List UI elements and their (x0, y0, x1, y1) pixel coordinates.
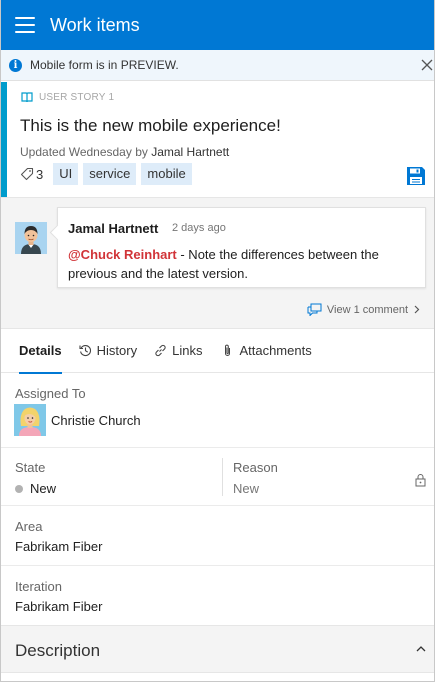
view-comments-link[interactable]: View 1 comment (307, 303, 420, 316)
tab-bar: Details History Links Attachments (1, 328, 434, 374)
updated-by: Jamal Hartnett (151, 145, 230, 159)
info-icon: i (9, 58, 22, 72)
state-value: New (30, 481, 57, 496)
comment-card: Jamal Hartnett 2 days ago @Chuck Reinhar… (57, 207, 426, 288)
work-item-type-label: USER STORY 1 (39, 92, 115, 103)
tag-icon (20, 167, 34, 181)
view-comments-label: View 1 comment (326, 303, 408, 316)
work-item-type: USER STORY 1 (21, 92, 114, 103)
work-item-title[interactable]: This is the new mobile experience! (20, 116, 281, 136)
divider (222, 458, 223, 496)
area-field[interactable]: Area Fabrikam Fiber (1, 507, 434, 566)
tab-details[interactable]: Details (19, 328, 62, 374)
comment-author: Jamal Hartnett (68, 221, 159, 236)
description-section-header[interactable]: Description (1, 625, 434, 673)
comment-body: @Chuck Reinhart - Note the differences b… (68, 245, 413, 283)
discussion-section: Jamal Hartnett 2 days ago @Chuck Reinhar… (1, 197, 434, 328)
iteration-field[interactable]: Iteration Fabrikam Fiber (1, 567, 434, 625)
iteration-label: Iteration (15, 579, 62, 594)
app-bar: Work items (1, 0, 434, 50)
mention-link[interactable]: @Chuck Reinhart (68, 247, 177, 262)
tab-label: Attachments (239, 343, 312, 358)
work-item-form: Work items i Mobile form is in PREVIEW. … (0, 0, 435, 682)
close-icon[interactable] (420, 58, 434, 72)
area-label: Area (15, 519, 43, 534)
reason-label: Reason (233, 460, 278, 475)
reason-value: New (233, 481, 260, 496)
history-icon (79, 345, 91, 357)
updated-info: Updated Wednesday by Jamal Hartnett (20, 145, 229, 159)
avatar (14, 404, 46, 436)
tab-attachments[interactable]: Attachments (221, 328, 312, 373)
tab-label: History (96, 343, 138, 358)
preview-banner: i Mobile form is in PREVIEW. (1, 50, 434, 81)
iteration-value: Fabrikam Fiber (15, 599, 103, 614)
tag-count: 3 (36, 166, 44, 182)
tab-history[interactable]: History (79, 328, 137, 373)
state-reason-row: State New Reason New (1, 449, 434, 506)
tag[interactable]: UI (53, 163, 79, 185)
state-value-row: New (15, 481, 56, 496)
tag[interactable]: service (83, 163, 137, 185)
state-label: State (15, 460, 46, 475)
chevron-up-icon (416, 646, 426, 652)
area-value: Fabrikam Fiber (15, 539, 103, 554)
book-icon (21, 92, 33, 103)
chevron-right-icon (414, 305, 420, 314)
link-icon (155, 344, 166, 357)
reason-field: Reason New (233, 460, 278, 496)
app-title: Work items (50, 14, 140, 35)
tag-list: 3 UI service mobile (20, 163, 197, 185)
assigned-to-field[interactable]: Assigned To Christie Church (1, 374, 434, 448)
hamburger-menu-icon[interactable] (15, 17, 35, 33)
tag[interactable]: mobile (141, 163, 192, 185)
tab-links[interactable]: Links (154, 328, 202, 373)
comments-icon (307, 303, 322, 316)
state-indicator-icon (15, 484, 23, 493)
lock-icon (415, 474, 426, 487)
comment-time: 2 days ago (172, 222, 226, 234)
tab-label: Links (172, 343, 203, 358)
updated-prefix: Updated Wednesday by (20, 145, 152, 159)
state-field[interactable]: State New (15, 460, 56, 496)
paperclip-icon (225, 344, 231, 356)
avatar (15, 222, 47, 254)
banner-text: Mobile form is in PREVIEW. (30, 58, 179, 72)
save-icon[interactable] (406, 166, 426, 186)
assigned-to-value: Christie Church (51, 413, 141, 428)
description-label: Description (15, 641, 101, 660)
work-item-header: USER STORY 1 This is the new mobile expe… (1, 82, 434, 197)
assigned-to-label: Assigned To (15, 386, 86, 401)
tab-label: Details (19, 343, 62, 358)
